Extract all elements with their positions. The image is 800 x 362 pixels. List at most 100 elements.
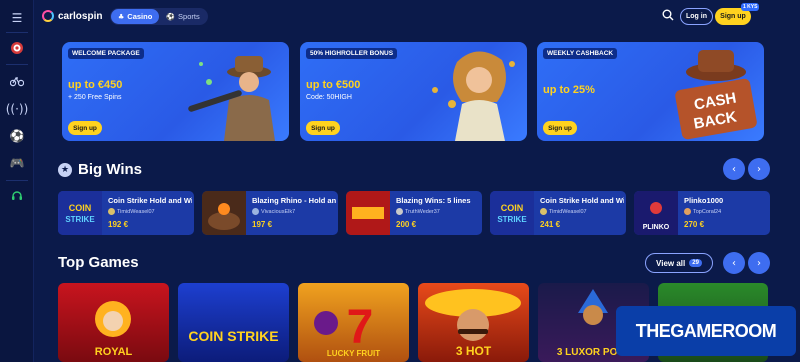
promo-tag: 50% HIGHROLLER BONUS: [306, 48, 398, 59]
promo-signup-button[interactable]: Sign up: [306, 121, 340, 135]
game-label: COIN STRIKE: [188, 328, 279, 344]
avatar: [396, 208, 403, 215]
sidebar: ☰ ((·)) ⚽ 🎮: [0, 0, 34, 362]
win-game-title: Coin Strike Hold and Win: [108, 196, 192, 205]
win-game-title: Plinko1000: [684, 196, 724, 205]
gangster-illustration: [188, 56, 275, 141]
site-watermark: THEGAMEROOM: [616, 306, 796, 356]
sidebar-divider: [6, 180, 28, 181]
big-wins-next-button[interactable]: ›: [748, 158, 770, 180]
tab-label: Sports: [178, 12, 200, 21]
tab-sports[interactable]: ⚽ Sports: [159, 9, 206, 24]
promo-subtext: + 250 Free Spins: [68, 94, 122, 101]
support-icon[interactable]: [9, 188, 25, 204]
win-amount: 270 €: [684, 220, 705, 229]
gamepad-icon[interactable]: 🎮: [9, 155, 25, 171]
game-thumbnail: COIN STRIKE: [490, 191, 534, 235]
svg-text:STRIKE: STRIKE: [65, 215, 95, 224]
target-icon[interactable]: [9, 40, 25, 56]
sidebar-divider: [6, 64, 28, 65]
game-label: ROYAL: [94, 346, 133, 358]
tab-casino[interactable]: ♣ Casino: [111, 9, 160, 24]
promo-weekly-cashback[interactable]: WEEKLY CASHBACK up to 25% Sign up CASH B…: [537, 42, 764, 141]
game-thumbnail: COIN STRIKE: [58, 191, 102, 235]
win-username: TopCoral24: [693, 208, 722, 215]
win-user: TimidWeasel07: [540, 208, 587, 215]
casino-icon: ♣: [118, 12, 125, 21]
promo-headline: up to €500: [306, 79, 361, 91]
game-tile[interactable]: 7 LUCKY FRUIT: [298, 283, 409, 362]
game-tile[interactable]: ROYAL: [58, 283, 169, 362]
woman-illustration: [432, 51, 515, 141]
top-games-prev-button[interactable]: ‹: [723, 252, 745, 274]
big-wins-prev-button[interactable]: ‹: [723, 158, 745, 180]
avatar: [684, 208, 691, 215]
broadcast-icon[interactable]: ((·)): [6, 101, 29, 117]
promo-tag: WEEKLY CASHBACK: [543, 48, 618, 59]
promo-headline: up to €450: [68, 79, 123, 91]
avatar: [540, 208, 547, 215]
sports-icon: ⚽: [166, 12, 176, 21]
promo-welcome-package[interactable]: WELCOME PACKAGE up to €450 + 250 Free Sp…: [62, 42, 289, 141]
win-game-title: Blazing Wins: 5 lines: [396, 196, 471, 205]
cashback-illustration: CASH BACK: [675, 50, 757, 140]
svg-text:COIN: COIN: [501, 203, 524, 213]
win-amount: 200 €: [396, 220, 417, 229]
game-thumbnail: PLINKO: [634, 191, 678, 235]
promo-highroller-bonus[interactable]: 50% HIGHROLLER BONUS up to €500 Code: 50…: [300, 42, 527, 141]
win-user: TruthWeder37: [396, 208, 440, 215]
game-tile[interactable]: COIN STRIKE: [178, 283, 289, 362]
win-user: VivaciousElk7: [252, 208, 295, 215]
game-tile[interactable]: 3 HOT: [418, 283, 529, 362]
view-all-button[interactable]: View all 29: [645, 253, 713, 273]
sidebar-divider: [6, 32, 28, 33]
svg-text:COIN: COIN: [69, 203, 92, 213]
star-icon: ★: [58, 163, 72, 177]
game-thumbnail: [202, 191, 246, 235]
promo-tag: WELCOME PACKAGE: [68, 48, 144, 59]
product-tabs: ♣ Casino ⚽ Sports: [110, 8, 208, 25]
top-games-next-button[interactable]: ›: [748, 252, 770, 274]
menu-icon[interactable]: ☰: [9, 10, 25, 26]
win-username: TimidWeasel07: [549, 208, 587, 215]
search-icon[interactable]: [662, 9, 674, 24]
win-amount: 197 €: [252, 220, 273, 229]
top-games-title: Top Games: [58, 254, 139, 271]
signup-badge: 1 KYS: [741, 3, 760, 11]
logo-icon: [42, 10, 54, 22]
win-game-title: Coin Strike Hold and Win: [540, 196, 624, 205]
win-username: VivaciousElk7: [261, 208, 296, 215]
game-label: LUCKY FRUIT: [326, 349, 381, 358]
bike-icon[interactable]: [9, 73, 25, 89]
svg-text:STRIKE: STRIKE: [497, 215, 527, 224]
view-all-label: View all: [656, 258, 686, 268]
big-wins-title: Big Wins: [78, 161, 143, 178]
win-username: TimidWeasel07: [117, 208, 155, 215]
login-button[interactable]: Log in: [680, 8, 713, 25]
win-username: TruthWeder37: [405, 208, 440, 215]
big-win-card[interactable]: COIN STRIKE Coin Strike Hold and Win Tim…: [490, 191, 626, 235]
win-amount: 241 €: [540, 220, 561, 229]
big-win-card[interactable]: COIN STRIKE Coin Strike Hold and Win Tim…: [58, 191, 194, 235]
game-thumbnail: [346, 191, 390, 235]
promo-signup-button[interactable]: Sign up: [68, 121, 102, 135]
win-user: TopCoral24: [684, 208, 721, 215]
big-win-card[interactable]: PLINKO Plinko1000 TopCoral24 270 €: [634, 191, 770, 235]
promo-subtext: Code: 50HIGH: [306, 94, 352, 101]
soccer-icon[interactable]: ⚽: [9, 128, 25, 144]
promo-signup-button[interactable]: Sign up: [543, 121, 577, 135]
svg-text:7: 7: [347, 301, 374, 354]
win-amount: 192 €: [108, 220, 129, 229]
brand-logo[interactable]: carlospin: [42, 10, 102, 22]
svg-text:PLINKO: PLINKO: [643, 224, 670, 231]
big-win-card[interactable]: Blazing Wins: 5 lines TruthWeder37 200 €: [346, 191, 482, 235]
big-win-card[interactable]: Blazing Rhino - Hold and Win VivaciousEl…: [202, 191, 338, 235]
tab-label: Casino: [127, 12, 153, 21]
win-game-title: Blazing Rhino - Hold and Win: [252, 196, 336, 205]
view-all-count: 29: [689, 259, 702, 267]
win-user: TimidWeasel07: [108, 208, 155, 215]
promo-headline: up to 25%: [543, 84, 595, 96]
brand-name: carlospin: [58, 10, 103, 22]
avatar: [108, 208, 115, 215]
avatar: [252, 208, 259, 215]
